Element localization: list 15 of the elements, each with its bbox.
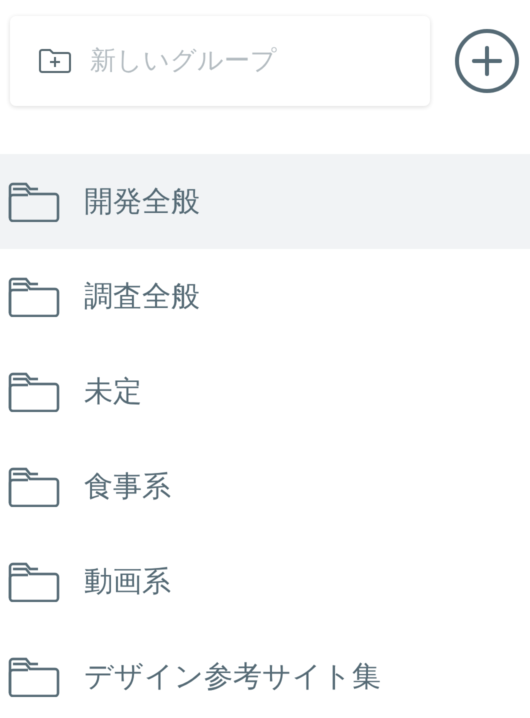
folder-plus-icon (38, 48, 72, 74)
group-item[interactable]: 調査全般 (0, 249, 530, 344)
folder-icon (8, 656, 60, 696)
group-item[interactable]: 開発全般 (0, 154, 530, 249)
input-field[interactable]: 新しいグループ (90, 46, 420, 76)
add-button[interactable] (454, 28, 520, 94)
folder-icon (8, 466, 60, 506)
folder-icon (8, 562, 60, 602)
group-item[interactable]: 食事系 (0, 439, 530, 534)
group-item[interactable]: デザイン参考サイト集 (0, 629, 530, 718)
group-item[interactable]: 未定 (0, 344, 530, 439)
folder-icon (8, 276, 60, 316)
group-item[interactable]: 動画系 (0, 534, 530, 629)
folder-icon (8, 372, 60, 412)
folder-icon (8, 182, 60, 222)
